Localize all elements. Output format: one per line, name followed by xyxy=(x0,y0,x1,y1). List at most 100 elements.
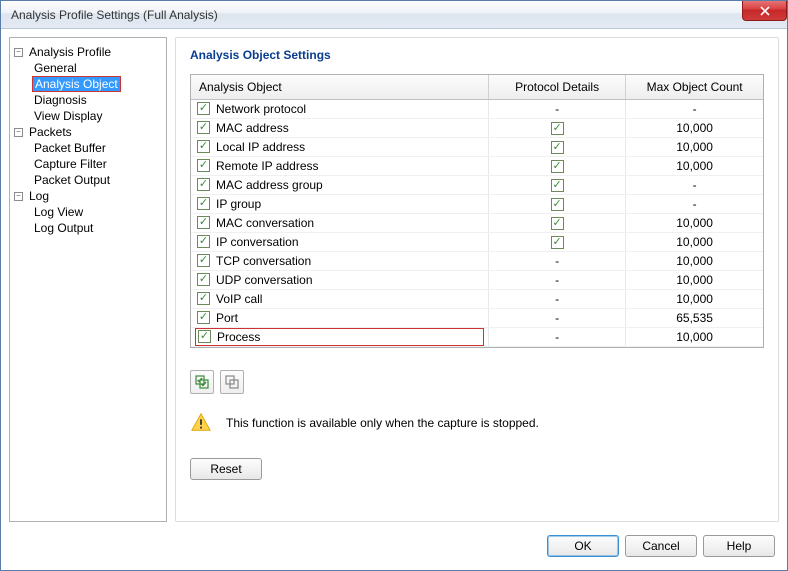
tree-node-packet-buffer[interactable]: Packet Buffer xyxy=(32,140,162,156)
row-protocol-details[interactable]: ✓ xyxy=(488,194,625,213)
row-protocol-details[interactable]: - xyxy=(488,327,625,346)
tree-node-analysis-object[interactable]: Analysis Object xyxy=(32,76,162,92)
row-max-count[interactable]: 10,000 xyxy=(626,270,763,289)
row-name: VoIP call xyxy=(216,292,262,306)
table-row[interactable]: ✓ MAC address group ✓ - xyxy=(191,175,763,194)
row-max-count[interactable]: - xyxy=(626,175,763,194)
close-icon xyxy=(760,6,770,16)
tree-node-packets[interactable]: − Packets xyxy=(14,124,162,140)
tree-node-log-view[interactable]: Log View xyxy=(32,204,162,220)
row-checkbox[interactable]: ✓ xyxy=(197,254,210,267)
table-row[interactable]: ✓IP conversation✓10,000 xyxy=(191,232,763,251)
tree-node-log[interactable]: − Log xyxy=(14,188,162,204)
protocol-checkbox[interactable]: ✓ xyxy=(551,198,564,211)
row-max-count[interactable]: 10,000 xyxy=(626,232,763,251)
row-protocol-details[interactable]: - xyxy=(488,289,625,308)
row-checkbox[interactable]: ✓ xyxy=(197,273,210,286)
protocol-checkbox[interactable]: ✓ xyxy=(551,141,564,154)
row-checkbox[interactable]: ✓ xyxy=(197,159,210,172)
row-checkbox[interactable]: ✓ xyxy=(197,311,210,324)
dialog-body: − Analysis Profile General Analysis Obje… xyxy=(1,29,787,530)
table-row[interactable]: ✓Local IP address✓10,000 xyxy=(191,137,763,156)
row-protocol-details[interactable]: ✓ xyxy=(488,118,625,137)
row-max-count[interactable]: 10,000 xyxy=(626,251,763,270)
row-checkbox[interactable]: ✓ xyxy=(197,121,210,134)
row-max-count[interactable]: - xyxy=(626,99,763,118)
col-analysis-object[interactable]: Analysis Object xyxy=(191,75,488,99)
row-name: TCP conversation xyxy=(216,254,311,268)
collapse-icon[interactable]: − xyxy=(14,48,23,57)
info-text: This function is available only when the… xyxy=(226,416,539,430)
row-protocol-details[interactable]: ✓ xyxy=(488,156,625,175)
row-checkbox[interactable]: ✓ xyxy=(197,102,210,115)
table-row[interactable]: ✓ IP group ✓ - xyxy=(191,194,763,213)
tree-node-general[interactable]: General xyxy=(32,60,162,76)
row-protocol-details[interactable]: ✓ xyxy=(488,137,625,156)
row-checkbox[interactable]: ✓ xyxy=(198,330,211,343)
close-button[interactable] xyxy=(742,1,787,21)
tree-node-diagnosis[interactable]: Diagnosis xyxy=(32,92,162,108)
row-checkbox[interactable]: ✓ xyxy=(197,216,210,229)
protocol-checkbox[interactable]: ✓ xyxy=(551,236,564,249)
row-protocol-details[interactable]: - xyxy=(488,99,625,118)
warning-icon xyxy=(190,412,212,434)
row-checkbox[interactable]: ✓ xyxy=(197,235,210,248)
col-protocol-details[interactable]: Protocol Details xyxy=(488,75,625,99)
protocol-checkbox[interactable]: ✓ xyxy=(551,217,564,230)
table-row[interactable]: ✓ VoIP call -10,000 xyxy=(191,289,763,308)
protocol-checkbox[interactable]: ✓ xyxy=(551,160,564,173)
tree-node-analysis-profile[interactable]: − Analysis Profile xyxy=(14,44,162,60)
select-all-button[interactable] xyxy=(190,370,214,394)
table-row[interactable]: ✓ MAC conversation ✓ 10,000 xyxy=(191,213,763,232)
navigation-tree: − Analysis Profile General Analysis Obje… xyxy=(9,37,167,522)
row-max-count[interactable]: 10,000 xyxy=(626,327,763,346)
table-row[interactable]: ✓Process-10,000 xyxy=(191,327,763,346)
row-name: UDP conversation xyxy=(216,273,313,287)
row-protocol-details[interactable]: - xyxy=(488,270,625,289)
col-max-object-count[interactable]: Max Object Count xyxy=(626,75,763,99)
row-protocol-details[interactable]: ✓ xyxy=(488,175,625,194)
row-max-count[interactable]: 10,000 xyxy=(626,118,763,137)
row-checkbox[interactable]: ✓ xyxy=(197,197,210,210)
titlebar: Analysis Profile Settings (Full Analysis… xyxy=(1,1,787,29)
table-row[interactable]: ✓MAC address✓10,000 xyxy=(191,118,763,137)
table-row[interactable]: ✓Port-65,535 xyxy=(191,308,763,327)
dialog-window: Analysis Profile Settings (Full Analysis… xyxy=(0,0,788,571)
tree-node-capture-filter[interactable]: Capture Filter xyxy=(32,156,162,172)
tree-node-packet-output[interactable]: Packet Output xyxy=(32,172,162,188)
tree-node-log-output[interactable]: Log Output xyxy=(32,220,162,236)
row-max-count[interactable]: 10,000 xyxy=(626,289,763,308)
row-max-count[interactable]: 65,535 xyxy=(626,308,763,327)
collapse-icon[interactable]: − xyxy=(14,192,23,201)
protocol-checkbox[interactable]: ✓ xyxy=(551,179,564,192)
table-row[interactable]: ✓Network protocol-- xyxy=(191,99,763,118)
row-protocol-details[interactable]: ✓ xyxy=(488,232,625,251)
row-name: MAC conversation xyxy=(216,216,314,230)
table-row[interactable]: ✓ TCP conversation -10,000 xyxy=(191,251,763,270)
select-all-icon xyxy=(195,375,209,389)
reset-button[interactable]: Reset xyxy=(190,458,262,480)
ok-button[interactable]: OK xyxy=(547,535,619,557)
row-max-count[interactable]: - xyxy=(626,194,763,213)
row-max-count[interactable]: 10,000 xyxy=(626,156,763,175)
tree-node-view-display[interactable]: View Display xyxy=(32,108,162,124)
cancel-button[interactable]: Cancel xyxy=(625,535,697,557)
row-protocol-details[interactable]: - xyxy=(488,251,625,270)
row-max-count[interactable]: 10,000 xyxy=(626,213,763,232)
row-protocol-details[interactable]: ✓ xyxy=(488,213,625,232)
table-row[interactable]: ✓ UDP conversation -10,000 xyxy=(191,270,763,289)
row-name: MAC address group xyxy=(216,178,323,192)
row-checkbox[interactable]: ✓ xyxy=(197,140,210,153)
row-checkbox[interactable]: ✓ xyxy=(197,292,210,305)
protocol-checkbox[interactable]: ✓ xyxy=(551,122,564,135)
row-name: IP group xyxy=(216,197,261,211)
row-checkbox[interactable]: ✓ xyxy=(197,178,210,191)
collapse-icon[interactable]: − xyxy=(14,128,23,137)
analysis-object-table: Analysis Object Protocol Details Max Obj… xyxy=(190,74,764,348)
row-max-count[interactable]: 10,000 xyxy=(626,137,763,156)
row-protocol-details[interactable]: - xyxy=(488,308,625,327)
deselect-all-button[interactable] xyxy=(220,370,244,394)
table-row[interactable]: ✓ Remote IP address ✓ 10,000 xyxy=(191,156,763,175)
help-button[interactable]: Help xyxy=(703,535,775,557)
row-name: Remote IP address xyxy=(216,159,319,173)
